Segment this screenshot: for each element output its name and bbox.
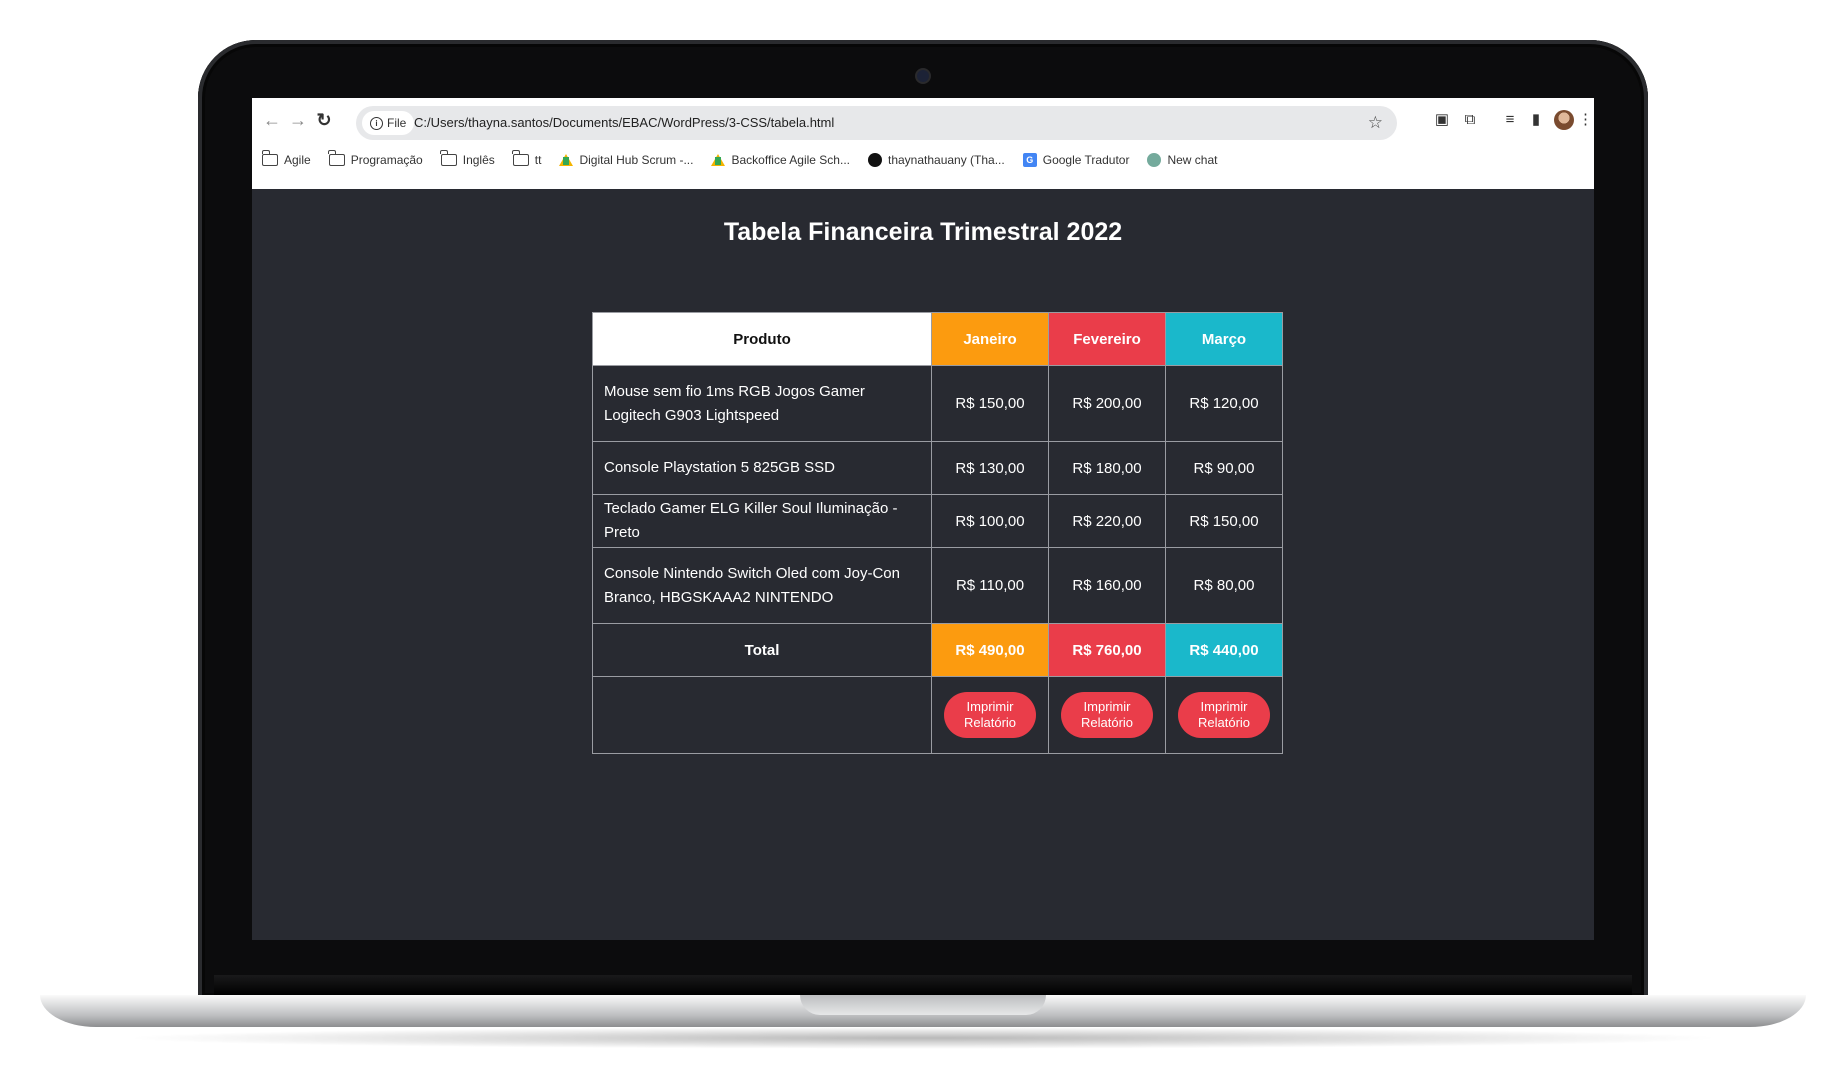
print-report-button-marco[interactable]: Imprimir Relatório: [1178, 692, 1270, 738]
bookmark-programacao[interactable]: Programação: [328, 150, 423, 167]
product-cell: Console Playstation 5 825GB SSD: [592, 441, 932, 495]
action-cell: Imprimir Relatório: [1165, 676, 1283, 754]
bookmark-google-tradutor[interactable]: G Google Tradutor: [1022, 153, 1130, 167]
folder-icon: [440, 150, 457, 166]
bookmarks-bar: Agile Programação Inglês tt Digital Hub …: [261, 148, 1235, 172]
value-cell: R$ 150,00: [1165, 494, 1283, 548]
print-report-button-fevereiro[interactable]: Imprimir Relatório: [1061, 692, 1153, 738]
financial-table: Produto Janeiro Fevereiro Março Mouse se…: [592, 312, 1283, 754]
product-cell: Teclado Gamer ELG Killer Soul Iluminação…: [592, 494, 932, 548]
value-cell: R$ 90,00: [1165, 441, 1283, 495]
forward-arrow-icon[interactable]: →: [286, 108, 310, 132]
url-text[interactable]: C:/Users/thayna.santos/Documents/EBAC/Wo…: [414, 106, 834, 140]
value-cell: R$ 100,00: [931, 494, 1049, 548]
file-chip-label: File: [387, 116, 407, 130]
address-bar[interactable]: i File C:/Users/thayna.santos/Documents/…: [356, 106, 1397, 140]
value-cell: R$ 150,00: [931, 365, 1049, 442]
bookmark-label: thaynathauany (Tha...: [887, 153, 1005, 167]
total-fevereiro: R$ 760,00: [1048, 623, 1166, 677]
action-cell: Imprimir Relatório: [1048, 676, 1166, 754]
bookmark-label: Digital Hub Scrum -...: [579, 153, 694, 167]
table-row: Console Nintendo Switch Oled com Joy-Con…: [592, 547, 1283, 624]
bookmark-digital-hub[interactable]: Digital Hub Scrum -...: [559, 153, 693, 167]
total-label: Total: [592, 623, 932, 677]
total-row: Total R$ 490,00 R$ 760,00 R$ 440,00: [592, 623, 1283, 677]
value-cell: R$ 200,00: [1048, 365, 1166, 442]
side-panel-icon[interactable]: ▮: [1526, 110, 1546, 130]
bookmark-tt[interactable]: tt: [512, 150, 542, 167]
action-cell: Imprimir Relatório: [931, 676, 1049, 754]
value-cell: R$ 80,00: [1165, 547, 1283, 624]
value-cell: R$ 130,00: [931, 441, 1049, 495]
value-cell: R$ 160,00: [1048, 547, 1166, 624]
header-janeiro: Janeiro: [931, 312, 1049, 366]
reading-list-icon[interactable]: ≡: [1500, 110, 1520, 130]
bookmark-github[interactable]: thaynathauany (Tha...: [867, 153, 1005, 167]
table-row: Console Playstation 5 825GB SSD R$ 130,0…: [592, 441, 1283, 495]
print-report-button-janeiro[interactable]: Imprimir Relatório: [944, 692, 1036, 738]
bookmark-label: New chat: [1167, 153, 1218, 167]
empty-cell: [592, 676, 932, 754]
chatgpt-icon: [1147, 153, 1162, 167]
product-cell: Mouse sem fio 1ms RGB Jogos Gamer Logite…: [592, 365, 932, 442]
puzzle-icon[interactable]: ⧉: [1460, 110, 1480, 130]
laptop-shadow: [120, 1027, 1726, 1049]
page-title: Tabela Financeira Trimestral 2022: [723, 218, 1123, 246]
browser-chrome: ← → ↻ i File C:/Users/thayna.santos/Docu…: [252, 98, 1594, 189]
back-arrow-icon[interactable]: ←: [260, 108, 284, 132]
bookmark-new-chat[interactable]: New chat: [1147, 153, 1217, 167]
folder-icon: [261, 150, 278, 166]
laptop-notch: [800, 995, 1046, 1015]
bookmark-agile[interactable]: Agile: [261, 150, 311, 167]
folder-icon: [328, 150, 345, 166]
bookmark-label: Agile: [284, 153, 311, 167]
product-cell: Console Nintendo Switch Oled com Joy-Con…: [592, 547, 932, 624]
info-icon: i: [370, 116, 383, 130]
header-marco: Março: [1165, 312, 1283, 366]
webcam: [917, 70, 929, 82]
reload-icon[interactable]: ↻: [312, 108, 336, 132]
header-fevereiro: Fevereiro: [1048, 312, 1166, 366]
drive-icon: [711, 154, 726, 166]
screen: ← → ↻ i File C:/Users/thayna.santos/Docu…: [252, 98, 1594, 940]
menu-kebab-icon[interactable]: ⋮: [1578, 110, 1593, 130]
bookmark-label: Backoffice Agile Sch...: [731, 153, 850, 167]
bookmark-label: Google Tradutor: [1042, 153, 1130, 167]
bookmark-backoffice[interactable]: Backoffice Agile Sch...: [711, 153, 850, 167]
laptop-bezel-bottom: [214, 975, 1632, 995]
profile-avatar[interactable]: [1554, 110, 1574, 130]
value-cell: R$ 120,00: [1165, 365, 1283, 442]
table-row: Mouse sem fio 1ms RGB Jogos Gamer Logite…: [592, 365, 1283, 442]
extension-icon[interactable]: ▣: [1432, 110, 1452, 130]
table-header-row: Produto Janeiro Fevereiro Março: [592, 312, 1283, 366]
bookmark-ingles[interactable]: Inglês: [440, 150, 495, 167]
value-cell: R$ 110,00: [931, 547, 1049, 624]
drive-icon: [559, 154, 574, 166]
total-marco: R$ 440,00: [1165, 623, 1283, 677]
bookmark-label: Inglês: [462, 153, 495, 167]
table-row: Teclado Gamer ELG Killer Soul Iluminação…: [592, 494, 1283, 548]
bookmark-label: Programação: [350, 153, 423, 167]
bookmark-star-icon[interactable]: ☆: [1368, 106, 1383, 140]
total-janeiro: R$ 490,00: [931, 623, 1049, 677]
header-produto: Produto: [592, 312, 932, 366]
value-cell: R$ 180,00: [1048, 441, 1166, 495]
folder-icon: [512, 150, 529, 166]
google-translate-icon: G: [1022, 153, 1037, 167]
value-cell: R$ 220,00: [1048, 494, 1166, 548]
site-info-chip[interactable]: i File: [362, 111, 415, 135]
actions-row: Imprimir Relatório Imprimir Relatório Im…: [592, 676, 1283, 754]
github-icon: [867, 153, 882, 167]
bookmark-label: tt: [534, 153, 542, 167]
